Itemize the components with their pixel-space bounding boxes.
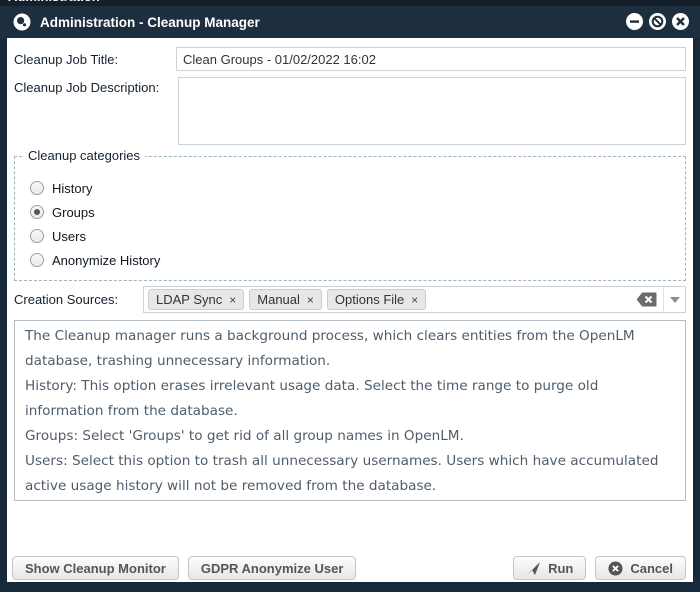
tag-options-file-label: Options File bbox=[335, 292, 404, 307]
info-paragraph-groups: Groups: Select 'Groups' to get rid of al… bbox=[25, 424, 675, 449]
tag-options-file: Options File × bbox=[327, 289, 426, 310]
background-breadcrumb: Administration bbox=[8, 0, 100, 4]
radio-groups[interactable]: Groups bbox=[30, 202, 95, 222]
openlm-logo-icon bbox=[13, 13, 31, 31]
info-paragraph-history: History: This option erases irrelevant u… bbox=[25, 374, 675, 424]
run-button[interactable]: Run bbox=[513, 556, 586, 580]
window-buttons bbox=[626, 13, 689, 30]
tag-manual: Manual × bbox=[249, 289, 322, 310]
tag-ldap-sync-label: LDAP Sync bbox=[156, 292, 222, 307]
gdpr-anonymize-user-button[interactable]: GDPR Anonymize User bbox=[188, 556, 357, 580]
info-paragraph-overview: The Cleanup manager runs a background pr… bbox=[25, 324, 675, 374]
job-description-textarea[interactable] bbox=[178, 77, 686, 145]
radio-history-circle-icon[interactable] bbox=[30, 181, 44, 195]
cancel-button[interactable]: Cancel bbox=[595, 556, 686, 580]
close-icon[interactable] bbox=[672, 13, 689, 30]
radio-users[interactable]: Users bbox=[30, 226, 86, 246]
cleanup-categories-fieldset: Cleanup categories History Groups Users … bbox=[14, 156, 686, 281]
cleanup-info-box: The Cleanup manager runs a background pr… bbox=[14, 320, 686, 501]
tag-options-file-remove-icon[interactable]: × bbox=[411, 293, 418, 307]
radio-groups-label: Groups bbox=[52, 205, 95, 220]
sources-dropdown-button[interactable] bbox=[663, 287, 685, 312]
radio-anonymize-history-label: Anonymize History bbox=[52, 253, 160, 268]
radio-groups-circle-icon[interactable] bbox=[30, 205, 44, 219]
job-title-label: Cleanup Job Title: bbox=[14, 52, 118, 67]
send-icon bbox=[526, 561, 541, 576]
dialog-title: Administration - Cleanup Manager bbox=[40, 15, 260, 30]
footer-left-buttons: Show Cleanup Monitor GDPR Anonymize User bbox=[12, 556, 356, 580]
radio-history[interactable]: History bbox=[30, 178, 92, 198]
job-title-input[interactable] bbox=[176, 47, 686, 71]
app-root: Administration Administration - Cleanup … bbox=[0, 0, 700, 592]
ban-icon[interactable] bbox=[649, 13, 666, 30]
tag-manual-label: Manual bbox=[257, 292, 300, 307]
gdpr-anonymize-user-label: GDPR Anonymize User bbox=[201, 561, 344, 576]
radio-anonymize-history-circle-icon[interactable] bbox=[30, 253, 44, 267]
minimize-icon[interactable] bbox=[626, 13, 643, 30]
show-cleanup-monitor-button[interactable]: Show Cleanup Monitor bbox=[12, 556, 179, 580]
creation-sources-label: Creation Sources: bbox=[14, 292, 118, 307]
dialog-body: Cleanup Job Title: Cleanup Job Descripti… bbox=[7, 38, 693, 582]
tag-manual-remove-icon[interactable]: × bbox=[307, 293, 314, 307]
info-paragraph-users: Users: Select this option to trash all u… bbox=[25, 449, 675, 499]
cancel-label: Cancel bbox=[630, 561, 673, 576]
creation-sources-multiselect[interactable]: LDAP Sync × Manual × Options File × bbox=[143, 286, 686, 313]
radio-history-label: History bbox=[52, 181, 92, 196]
clear-all-backspace-icon[interactable] bbox=[636, 292, 657, 307]
chevron-down-icon bbox=[670, 297, 680, 303]
footer-right-buttons: Run Cancel bbox=[513, 556, 686, 580]
cleanup-manager-dialog: Administration - Cleanup Manager bbox=[0, 6, 700, 592]
dialog-titlebar: Administration - Cleanup Manager bbox=[0, 6, 700, 38]
radio-users-circle-icon[interactable] bbox=[30, 229, 44, 243]
tag-ldap-sync: LDAP Sync × bbox=[148, 289, 244, 310]
show-cleanup-monitor-label: Show Cleanup Monitor bbox=[25, 561, 166, 576]
run-label: Run bbox=[548, 561, 573, 576]
job-description-label: Cleanup Job Description: bbox=[14, 80, 159, 95]
tag-ldap-sync-remove-icon[interactable]: × bbox=[229, 293, 236, 307]
radio-users-label: Users bbox=[52, 229, 86, 244]
cleanup-categories-legend: Cleanup categories bbox=[23, 148, 145, 163]
radio-anonymize-history[interactable]: Anonymize History bbox=[30, 250, 160, 270]
cancel-circle-x-icon bbox=[608, 561, 623, 576]
